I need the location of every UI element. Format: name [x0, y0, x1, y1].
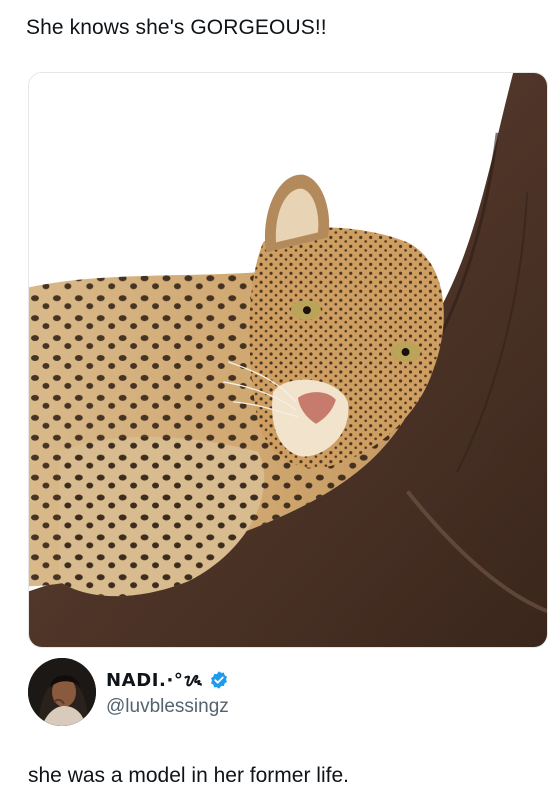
leopard-photo[interactable]	[28, 72, 548, 648]
leopard-image	[29, 73, 547, 647]
tweet-author: NADI.·°ᝰ @luvblessingz	[28, 658, 548, 726]
author-display-name[interactable]: NADI.·°ᝰ	[106, 668, 203, 692]
quote-caption: She knows she's GORGEOUS!!	[26, 16, 327, 39]
author-handle[interactable]: @luvblessingz	[106, 696, 229, 718]
avatar-image	[28, 658, 96, 726]
avatar[interactable]	[28, 658, 96, 726]
tweet-text: she was a model in her former life.	[28, 764, 349, 787]
verified-badge-icon	[209, 670, 229, 690]
author-name-row[interactable]: NADI.·°ᝰ	[106, 668, 229, 692]
